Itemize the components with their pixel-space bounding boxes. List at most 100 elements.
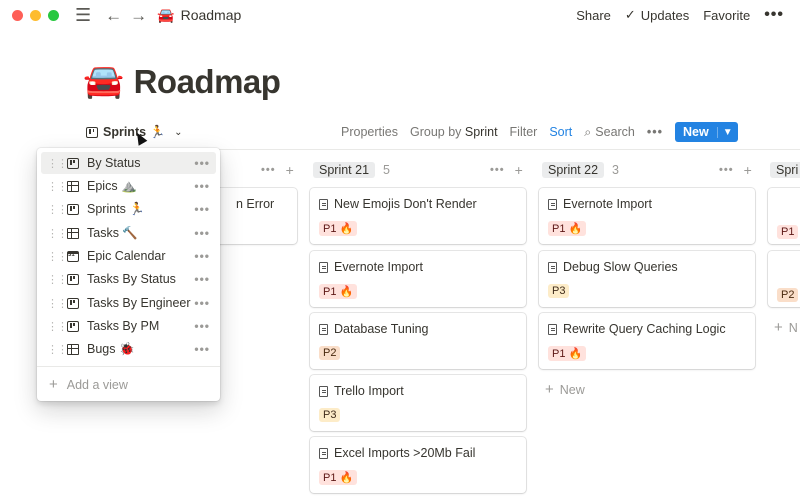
breadcrumb-title: Roadmap	[180, 7, 242, 23]
add-card-icon[interactable]: +	[286, 162, 294, 178]
board-view-icon	[67, 320, 79, 332]
card[interactable]: Database Tuning P2	[310, 313, 526, 369]
card-title: n Error	[236, 197, 275, 211]
sort-button[interactable]: Sort	[549, 125, 572, 139]
view-item-tasks-by-status[interactable]: ⋮⋮ Tasks By Status •••	[41, 268, 216, 290]
card-title: Evernote Import	[334, 260, 423, 274]
add-card-icon[interactable]: +	[744, 162, 752, 178]
drag-handle-icon[interactable]: ⋮⋮	[47, 157, 68, 170]
drag-handle-icon[interactable]: ⋮⋮	[47, 180, 68, 193]
plus-icon: +	[49, 376, 58, 393]
view-more-icon[interactable]: •••	[194, 179, 210, 193]
view-item-tasks-by-engineer[interactable]: ⋮⋮ Tasks By Engineer •••	[41, 292, 216, 314]
car-emoji-icon: 🚘	[83, 62, 124, 99]
maximize-window-button[interactable]	[48, 9, 59, 21]
table-view-icon	[67, 343, 79, 355]
view-more-icon[interactable]: •••	[194, 226, 210, 240]
share-button[interactable]: Share	[576, 8, 611, 23]
drag-handle-icon[interactable]: ⋮⋮	[47, 320, 68, 333]
drag-handle-icon[interactable]: ⋮⋮	[47, 250, 68, 263]
add-view-button[interactable]: + Add a view	[49, 376, 128, 393]
card[interactable]: Evernote Import P1 🔥	[539, 188, 755, 244]
view-item-tasks-by-pm[interactable]: ⋮⋮ Tasks By PM •••	[41, 315, 216, 337]
new-card-button[interactable]: + New	[545, 381, 585, 398]
updates-button[interactable]: ✓ Updates	[625, 7, 689, 23]
card[interactable]: New Emojis Don't Render P1 🔥	[310, 188, 526, 244]
chevron-down-icon[interactable]: ▼	[716, 126, 738, 138]
card[interactable]: P2	[768, 251, 800, 307]
sidebar-menu-icon[interactable]: ☰	[75, 6, 91, 24]
column-more-icon[interactable]: •••	[719, 164, 734, 176]
search-label: Search	[595, 125, 635, 139]
dropdown-divider	[37, 366, 220, 367]
view-more-icon[interactable]: •••	[647, 125, 663, 139]
priority-tag: P3	[319, 408, 341, 422]
favorite-button[interactable]: Favorite	[703, 8, 750, 23]
column-name: Sprint 22	[542, 162, 605, 178]
card[interactable]: Debug Slow Queries P3	[539, 251, 755, 307]
properties-button[interactable]: Properties	[341, 125, 398, 139]
drag-handle-icon[interactable]: ⋮⋮	[47, 273, 68, 286]
view-more-icon[interactable]: •••	[194, 319, 210, 333]
add-card-icon[interactable]: +	[515, 162, 523, 178]
search-button[interactable]: ⌕ Search	[584, 125, 635, 140]
chevron-down-icon: ⌄	[174, 126, 183, 138]
column-more-icon[interactable]: •••	[261, 164, 276, 176]
close-window-button[interactable]	[12, 9, 23, 21]
minimize-window-button[interactable]	[30, 9, 41, 21]
drag-handle-icon[interactable]: ⋮⋮	[47, 227, 68, 240]
filter-button[interactable]: Filter	[510, 125, 538, 139]
column-header-partial[interactable]: Spri	[770, 161, 800, 179]
view-more-icon[interactable]: •••	[194, 156, 210, 170]
view-item-by-status[interactable]: ⋮⋮ By Status •••	[41, 152, 216, 174]
drag-handle-icon[interactable]: ⋮⋮	[47, 203, 68, 216]
table-view-icon	[67, 180, 79, 192]
view-item-label: Tasks 🔨	[87, 225, 138, 240]
card[interactable]: Evernote Import P1 🔥	[310, 251, 526, 307]
view-more-icon[interactable]: •••	[194, 249, 210, 263]
view-item-label: Tasks By PM	[87, 319, 160, 333]
view-item-bugs[interactable]: ⋮⋮ Bugs 🐞 •••	[41, 338, 216, 360]
column-header-sprint-22[interactable]: Sprint 22 3	[542, 161, 619, 179]
view-more-icon[interactable]: •••	[194, 272, 210, 286]
board-view-icon	[86, 126, 98, 138]
card[interactable]: Rewrite Query Caching Logic P1 🔥	[539, 313, 755, 369]
forward-arrow-icon[interactable]: →	[130, 7, 147, 24]
view-item-label: Sprints 🏃	[87, 201, 145, 216]
page-icon	[319, 323, 328, 335]
new-button[interactable]: New ▼	[675, 122, 738, 142]
window-topbar: ☰ ← → 🚘 Roadmap Share ✓ Updates Favorite…	[0, 0, 800, 30]
view-toolbar: Sprints 🏃 ⌄ Properties Group by Sprint F…	[86, 121, 798, 143]
group-by-label: Group by	[409, 125, 462, 139]
view-more-icon[interactable]: •••	[194, 202, 210, 216]
view-item-epics[interactable]: ⋮⋮ Epics ⛰️ •••	[41, 175, 216, 197]
views-dropdown: ⋮⋮ By Status ••• ⋮⋮ Epics ⛰️ ••• ⋮⋮ Spri…	[37, 148, 220, 401]
group-by-button[interactable]: Group by Sprint	[410, 125, 498, 139]
view-more-icon[interactable]: •••	[194, 342, 210, 356]
view-item-label: By Status	[87, 156, 141, 170]
checkmark-icon: ✓	[624, 7, 636, 22]
card-title: Debug Slow Queries	[563, 260, 678, 274]
view-more-icon[interactable]: •••	[194, 296, 210, 310]
back-arrow-icon[interactable]: ←	[105, 7, 122, 24]
view-item-tasks[interactable]: ⋮⋮ Tasks 🔨 •••	[41, 222, 216, 244]
plus-icon: +	[545, 381, 554, 398]
new-card-button[interactable]: + N	[774, 319, 798, 336]
view-item-epic-calendar[interactable]: ⋮⋮ Epic Calendar •••	[41, 245, 216, 267]
column-header-sprint-21[interactable]: Sprint 21 5	[313, 161, 390, 179]
drag-handle-icon[interactable]: ⋮⋮	[47, 297, 68, 310]
plus-icon: +	[774, 319, 783, 336]
priority-tag: P1	[777, 225, 799, 239]
card[interactable]: Trello Import P3	[310, 375, 526, 431]
more-options-icon[interactable]: •••	[764, 6, 784, 24]
column-more-icon[interactable]: •••	[490, 164, 505, 176]
page-icon	[548, 261, 557, 273]
card[interactable]: P1	[768, 188, 800, 244]
column-actions: ••• +	[261, 161, 294, 179]
view-item-sprints[interactable]: ⋮⋮ Sprints 🏃 •••	[41, 198, 216, 220]
breadcrumb[interactable]: 🚘 Roadmap	[157, 7, 241, 24]
drag-handle-icon[interactable]: ⋮⋮	[47, 343, 68, 356]
calendar-view-icon	[67, 250, 79, 262]
group-by-value: Sprint	[464, 125, 498, 139]
card[interactable]: Excel Imports >20Mb Fail P1 🔥	[310, 437, 526, 493]
